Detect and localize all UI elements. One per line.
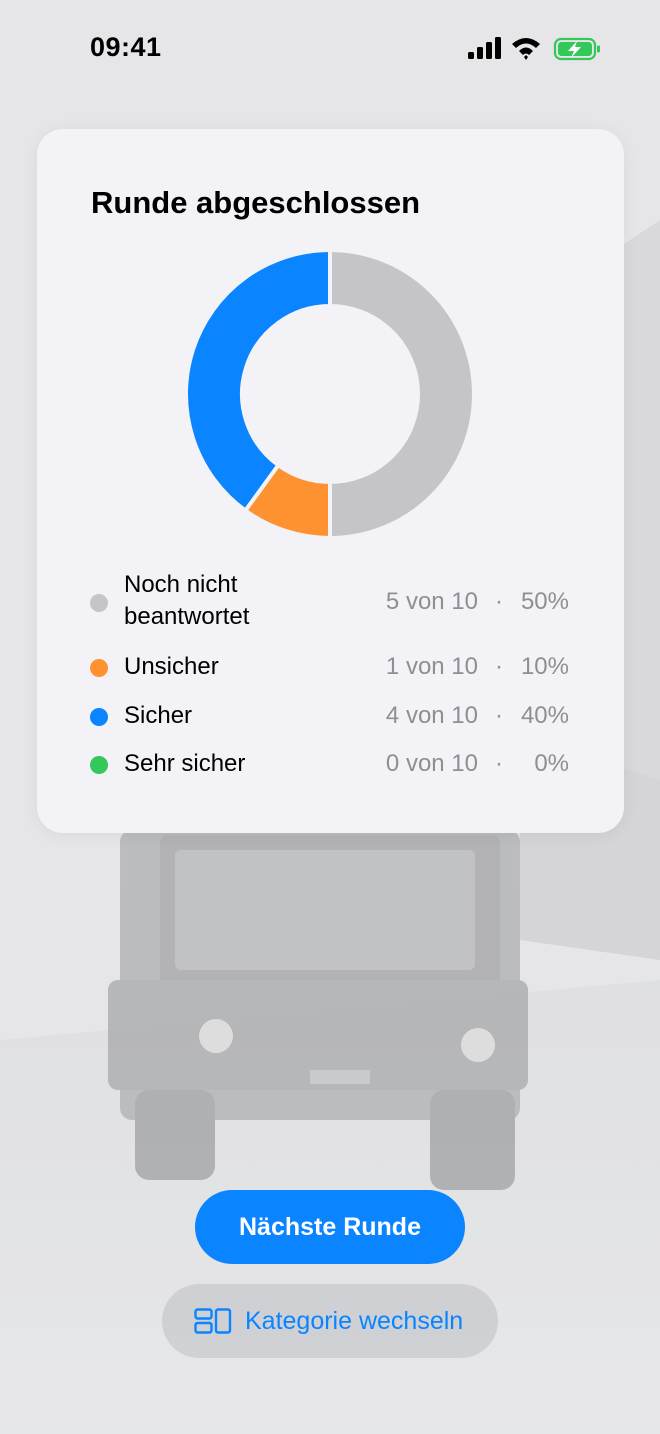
wifi-icon bbox=[512, 38, 540, 60]
legend-label: Sicher bbox=[124, 702, 193, 729]
legend-percent: 40% bbox=[520, 702, 569, 729]
legend-dot-gray bbox=[90, 594, 108, 612]
status-icons bbox=[468, 37, 600, 61]
legend-label: Sehr sicher bbox=[124, 750, 246, 777]
signal-icon bbox=[468, 37, 501, 59]
round-summary-card: Runde abgeschlossen Noch nicht beantwort… bbox=[37, 129, 624, 833]
switch-category-label: Kategorie wechseln bbox=[245, 1307, 464, 1335]
legend-count: 1 von 10 bbox=[385, 653, 478, 680]
legend-row-sicher: Sicher 4 von 10 · 40% bbox=[37, 700, 624, 734]
legend-percent: 0% bbox=[534, 750, 569, 777]
next-round-button[interactable]: Nächste Runde bbox=[195, 1190, 465, 1264]
legend-separator: · bbox=[495, 653, 503, 680]
legend-count: 4 von 10 bbox=[385, 702, 478, 729]
legend-dot-blue bbox=[90, 708, 108, 726]
status-time: 09:41 bbox=[90, 32, 162, 62]
switch-category-button[interactable]: Kategorie wechseln bbox=[162, 1284, 498, 1358]
battery-charging-icon bbox=[553, 37, 600, 61]
status-bar: 09:41 bbox=[0, 0, 660, 100]
legend-separator: · bbox=[495, 750, 503, 777]
legend-dot-green bbox=[90, 756, 108, 774]
legend-label: Noch nicht beantwortet bbox=[124, 571, 250, 630]
donut-slice-noch-nicht-beantwortet bbox=[328, 249, 475, 539]
legend-percent: 50% bbox=[520, 588, 569, 615]
donut-slice-sicher bbox=[185, 249, 332, 514]
layout-grid-icon bbox=[194, 1308, 232, 1334]
legend-separator: · bbox=[495, 702, 503, 729]
donut-chart bbox=[185, 249, 475, 539]
legend-count: 5 von 10 bbox=[385, 588, 478, 615]
legend-separator: · bbox=[495, 588, 503, 615]
card-title: Runde abgeschlossen bbox=[91, 185, 421, 220]
legend-percent: 10% bbox=[520, 653, 569, 680]
legend-label: Unsicher bbox=[124, 653, 219, 680]
legend-row-unsicher: Unsicher 1 von 10 · 10% bbox=[37, 651, 624, 685]
legend-row-noch-nicht-beantwortet: Noch nicht beantwortet 5 von 10 · 50% bbox=[37, 569, 624, 637]
legend-row-sehr-sicher: Sehr sicher 0 von 10 · 0% bbox=[37, 748, 624, 782]
legend-dot-orange bbox=[90, 659, 108, 677]
legend-count: 0 von 10 bbox=[385, 750, 478, 777]
